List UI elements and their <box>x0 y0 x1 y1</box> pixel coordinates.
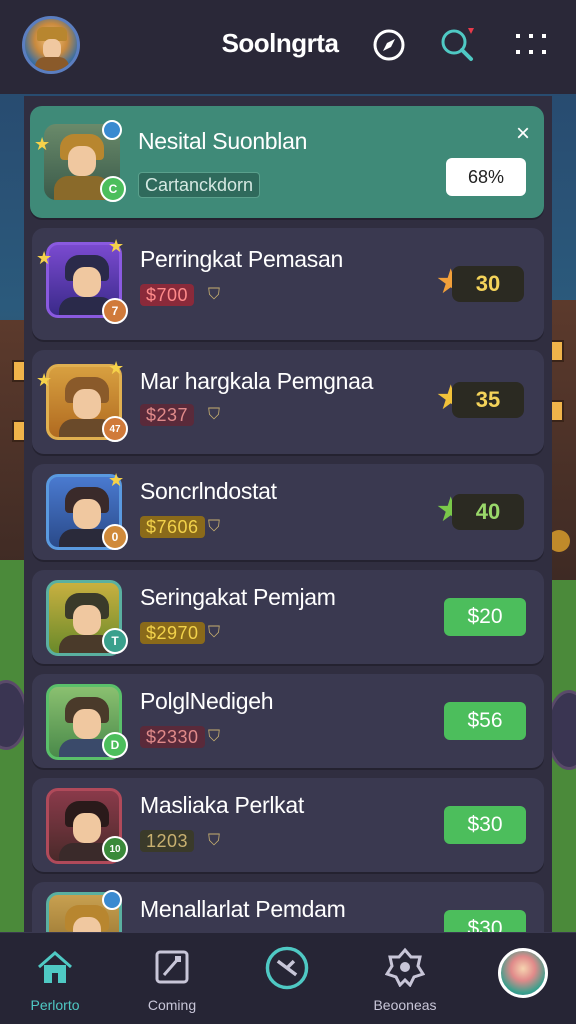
buy-button[interactable]: $20 <box>444 598 526 636</box>
shield-icon: ⛉ <box>208 406 221 423</box>
featured-subtitle: Cartanckdorn <box>138 172 261 198</box>
nav-coming-label: Coming <box>147 997 197 1013</box>
featured-card[interactable]: C ★ Nesital Suonblan Cartanckdorn × 68% <box>30 106 544 218</box>
more-icon[interactable] <box>512 26 550 64</box>
item-title: Menallarlat Pemdam <box>140 896 346 922</box>
level-badge-icon: 47 <box>102 416 128 442</box>
list-item[interactable]: 10 Masliaka Perlkat 1203 ⛉ $30 <box>32 778 544 872</box>
badge-icon <box>385 947 425 987</box>
tool-icon <box>155 950 189 984</box>
nav-rewards[interactable]: Beooneas <box>350 947 460 1017</box>
item-score: 40 <box>452 494 524 530</box>
item-price: $2970 <box>140 622 205 644</box>
home-icon <box>38 951 72 983</box>
star-icon: ★ <box>34 134 51 154</box>
star-icon: ★ <box>36 370 53 390</box>
shield-icon: ⛉ <box>208 518 221 535</box>
shield-badge-icon <box>102 890 122 910</box>
top-bar: Soolngrta <box>0 0 576 94</box>
level-badge-icon: T <box>102 628 128 654</box>
shield-badge-icon <box>102 120 122 140</box>
list-item[interactable]: 0 ★ Soncrlndostat $7606 ⛉ ★ 40 <box>32 464 544 560</box>
star-icon: ★ <box>36 248 53 268</box>
search-icon[interactable] <box>438 26 476 64</box>
level-badge-icon: D <box>102 732 128 758</box>
compass-icon <box>265 946 309 990</box>
list-item[interactable]: Menallarlat Pemdam $30 <box>32 882 544 932</box>
item-price: $7606 <box>140 516 205 538</box>
profile-avatar[interactable] <box>498 948 548 998</box>
item-title: Seringakat Pemjam <box>140 584 336 610</box>
close-icon[interactable]: × <box>516 120 530 148</box>
buy-button[interactable]: $30 <box>444 910 526 932</box>
list-item[interactable]: D PolglNedigeh $2330 ⛉ $56 <box>32 674 544 768</box>
shield-icon: ⛉ <box>208 728 221 745</box>
item-price: 1203 <box>140 830 195 852</box>
list-item[interactable]: T Seringakat Pemjam $2970 ⛉ $20 <box>32 570 544 664</box>
list-item[interactable]: 7 ★ ★ Perringkat Pemasan $700 ⛉ ★ 30 <box>32 228 544 340</box>
bottom-nav: Perlorto Coming Beooneas <box>0 932 576 1024</box>
notification-dot-icon <box>468 28 474 34</box>
star-icon: ★ <box>108 358 125 378</box>
offer-list[interactable]: C ★ Nesital Suonblan Cartanckdorn × 68% … <box>24 96 552 932</box>
item-title: Mar hargkala Pemgnaa <box>140 368 374 394</box>
item-title: PolglNedigeh <box>140 688 274 714</box>
list-item[interactable]: 47 ★ ★ Mar hargkala Pemgnaa $237 ⛉ ★ 35 <box>32 350 544 454</box>
star-icon: ★ <box>108 470 125 490</box>
percent-box[interactable]: 68% <box>446 158 526 196</box>
nav-compass[interactable] <box>232 946 342 1017</box>
level-badge-icon: 7 <box>102 298 128 324</box>
app-title: Soolngrta <box>221 28 339 58</box>
item-price: $2330 <box>140 726 205 748</box>
level-badge-icon: 10 <box>102 836 128 862</box>
item-title: Soncrlndostat <box>140 478 277 504</box>
nav-home[interactable]: Perlorto <box>0 947 110 1017</box>
item-price: $237 <box>140 404 195 426</box>
shield-icon: ⛉ <box>208 624 221 641</box>
nav-rewards-label: Beooneas <box>373 997 437 1013</box>
item-score: 30 <box>452 266 524 302</box>
shield-icon: ⛉ <box>208 832 221 849</box>
item-title: Masliaka Perlkat <box>140 792 304 818</box>
compass-icon[interactable] <box>370 26 408 64</box>
item-score: 35 <box>452 382 524 418</box>
level-badge-icon: C <box>100 176 126 202</box>
buy-button[interactable]: $30 <box>444 806 526 844</box>
nav-coming[interactable]: Coming <box>117 947 227 1017</box>
buy-button[interactable]: $56 <box>444 702 526 740</box>
featured-title: Nesital Suonblan <box>138 128 308 154</box>
level-badge-icon: 0 <box>102 524 128 550</box>
item-price: $700 <box>140 284 195 306</box>
item-title: Perringkat Pemasan <box>140 246 343 272</box>
nav-home-label: Perlorto <box>30 997 80 1013</box>
shield-icon: ⛉ <box>208 286 221 303</box>
star-icon: ★ <box>108 236 125 256</box>
